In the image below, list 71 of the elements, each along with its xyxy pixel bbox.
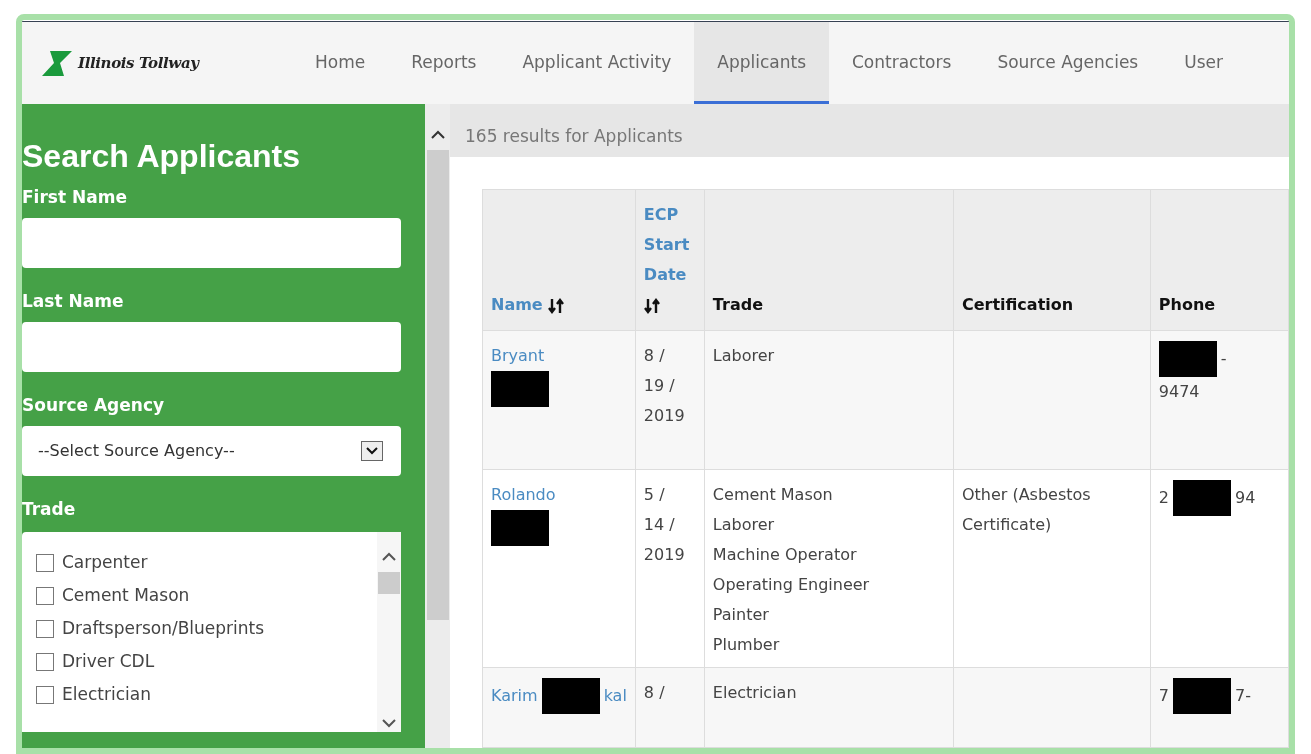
results-count: 165 results for Applicants bbox=[465, 125, 683, 148]
cell-text: 2 bbox=[1158, 487, 1169, 509]
option-label[interactable]: Draftsperson/Blueprints bbox=[62, 615, 265, 642]
checkbox[interactable] bbox=[36, 553, 54, 572]
option-label[interactable]: Carpenter bbox=[62, 549, 148, 576]
scroll-thumb[interactable] bbox=[426, 150, 449, 620]
sort-icon[interactable] bbox=[643, 297, 660, 314]
field-label: Last Name bbox=[22, 290, 125, 313]
text-field[interactable] bbox=[22, 218, 401, 268]
field-label: First Name bbox=[22, 186, 128, 209]
trade-text: Machine Operator bbox=[712, 544, 858, 566]
text-field[interactable] bbox=[22, 322, 401, 372]
nav-tab[interactable]: Contractors bbox=[829, 22, 975, 104]
redaction-block bbox=[1173, 480, 1231, 516]
trade-text: Electrician bbox=[712, 682, 798, 704]
option-label[interactable]: Electrician bbox=[62, 681, 151, 708]
column-header: Trade bbox=[704, 189, 954, 331]
nav-tab[interactable]: Applicants bbox=[694, 22, 829, 104]
agency-select[interactable]: --Select Source Agency-- bbox=[22, 426, 401, 476]
redaction-block bbox=[1173, 678, 1231, 714]
date-cell: 5 / 14 / 2019 bbox=[635, 469, 705, 668]
trade-text: Laborer bbox=[712, 345, 776, 367]
column-header[interactable]: ECP Start Date bbox=[635, 189, 705, 331]
trade-text: Cement Mason bbox=[712, 484, 834, 506]
checkbox[interactable] bbox=[36, 652, 54, 671]
checkbox[interactable] bbox=[36, 586, 54, 605]
redaction-block bbox=[1158, 341, 1217, 377]
cell-text: 7 bbox=[1158, 685, 1169, 707]
sort-icon[interactable] bbox=[548, 297, 565, 314]
scroll-up-icon[interactable] bbox=[381, 552, 397, 562]
nav-tab[interactable]: Source Agencies bbox=[974, 22, 1162, 104]
nav-tab[interactable]: Reports bbox=[388, 22, 500, 104]
option-label[interactable]: Driver CDL bbox=[62, 648, 155, 675]
trade-text: Laborer bbox=[712, 514, 776, 536]
cell-text: Karim bbox=[491, 685, 538, 707]
dropdown-icon[interactable] bbox=[361, 441, 383, 461]
redaction-block bbox=[541, 678, 600, 714]
certification-text: Other (Asbestos Certificate) bbox=[961, 484, 1092, 536]
redaction-block bbox=[491, 371, 549, 407]
checkbox[interactable] bbox=[36, 685, 54, 704]
option-label[interactable]: Cement Mason bbox=[62, 582, 190, 609]
scroll-up-icon[interactable] bbox=[429, 130, 446, 140]
redaction-block bbox=[491, 510, 549, 546]
field-label: Source Agency bbox=[22, 394, 166, 417]
date-cell: 8 / 19 / 2019 bbox=[635, 330, 705, 470]
trade-text: Painter bbox=[712, 604, 770, 626]
cell-text: kal bbox=[603, 685, 627, 707]
column-header: Certification bbox=[953, 189, 1151, 331]
logo-text: Illinois Tollway bbox=[78, 52, 199, 74]
column-header: Phone bbox=[1150, 189, 1289, 331]
nav-tab[interactable]: Applicant Activity bbox=[499, 22, 695, 104]
cell-text: 94 bbox=[1235, 487, 1256, 509]
panel-scrollbar[interactable] bbox=[425, 104, 450, 748]
cell-text: 7- bbox=[1235, 685, 1251, 707]
column-header[interactable]: Name bbox=[482, 189, 636, 331]
cell-text: - bbox=[1220, 348, 1227, 370]
logo-icon bbox=[40, 49, 74, 77]
cell-text: Bryant bbox=[491, 345, 545, 367]
checkbox[interactable] bbox=[36, 619, 54, 638]
nav-tab[interactable]: User bbox=[1161, 22, 1246, 104]
trade-text: Plumber bbox=[712, 634, 781, 656]
trade-text: Operating Engineer bbox=[712, 574, 871, 596]
field-label: Trade bbox=[22, 498, 77, 521]
list-scrollbar[interactable] bbox=[377, 532, 401, 732]
panel-title: Search Applicants bbox=[22, 137, 301, 176]
cell-text: 9474 bbox=[1158, 381, 1200, 403]
cell-text: Rolando bbox=[491, 484, 556, 506]
date-cell: 8 / bbox=[635, 667, 705, 748]
scroll-down-icon[interactable] bbox=[381, 718, 397, 728]
scroll-thumb[interactable] bbox=[378, 572, 400, 594]
nav-tab[interactable]: Home bbox=[292, 22, 389, 104]
